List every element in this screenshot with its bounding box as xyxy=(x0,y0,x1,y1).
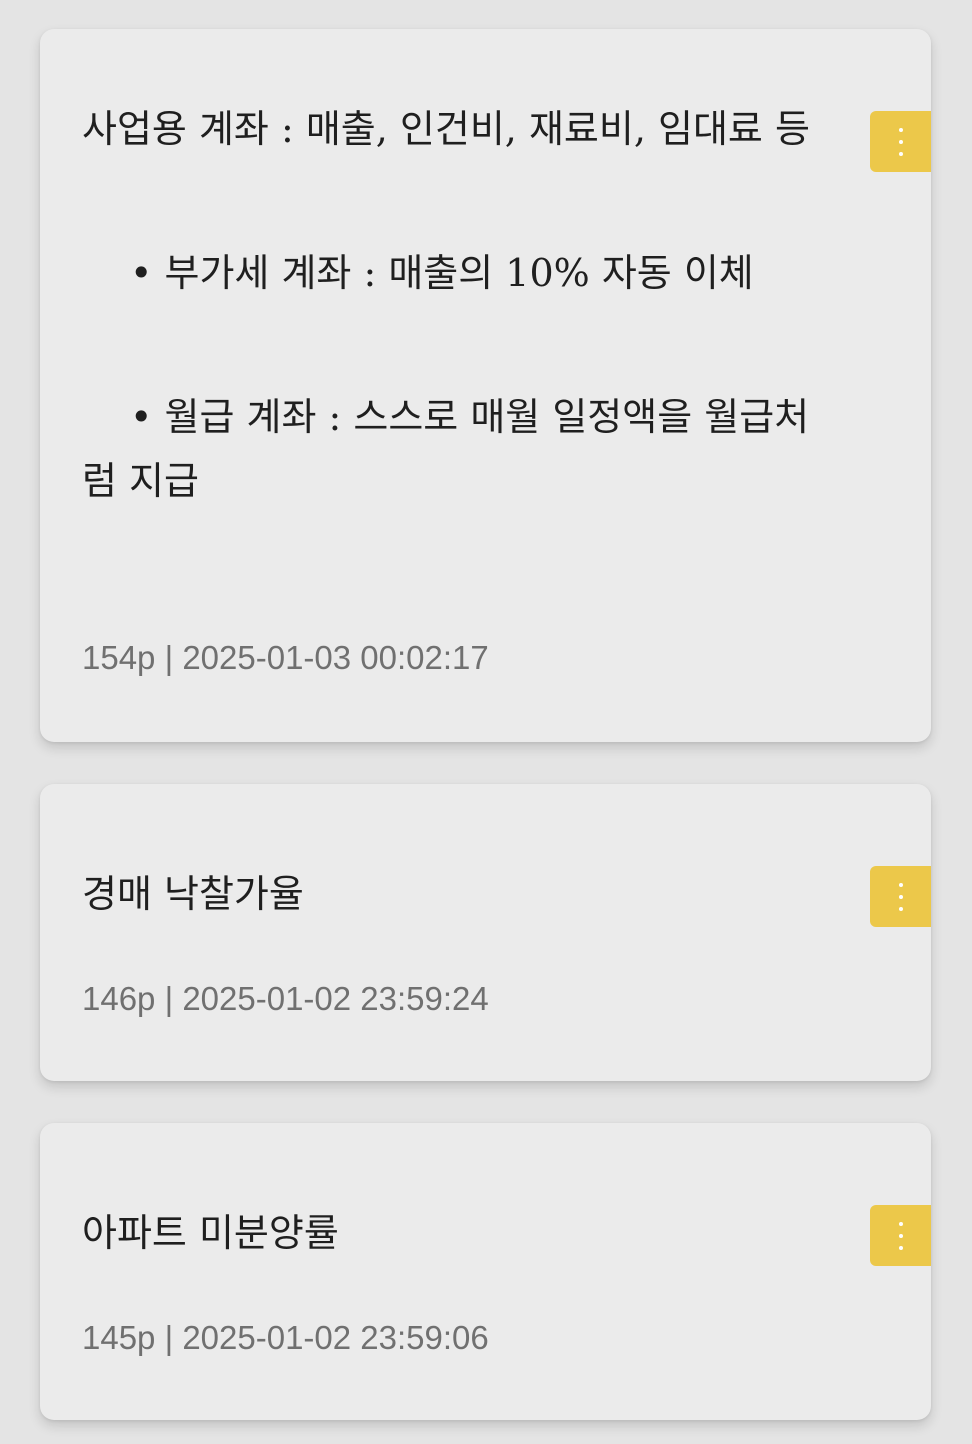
note-text: 경매 낙찰가율 xyxy=(82,862,842,926)
note-bullet-line: • 부가세 계좌 : 매출의 10% 자동 이체 xyxy=(130,251,754,295)
note-meta: 146p | 2025-01-02 23:59:24 xyxy=(82,980,489,1017)
note-bullet-line: • 월급 계좌 : 스스로 매월 일정액을 월급처럼 지급 xyxy=(82,395,810,503)
note-line: 사업용 계좌 : 매출, 인건비, 재료비, 임대료 등 xyxy=(82,107,810,151)
note-line: 경매 낙찰가율 xyxy=(82,872,304,916)
more-vertical-icon xyxy=(898,127,903,156)
note-card[interactable]: 아파트 미분양률 145p | 2025-01-02 23:59:06 xyxy=(40,1123,931,1420)
note-card[interactable]: 사업용 계좌 : 매출, 인건비, 재료비, 임대료 등 • 부가세 계좌 : … xyxy=(40,29,931,742)
notes-list: 사업용 계좌 : 매출, 인건비, 재료비, 임대료 등 • 부가세 계좌 : … xyxy=(0,0,972,1444)
note-meta: 154p | 2025-01-03 00:02:17 xyxy=(82,639,489,676)
more-options-button[interactable] xyxy=(870,866,931,927)
note-card[interactable]: 경매 낙찰가율 146p | 2025-01-02 23:59:24 xyxy=(40,784,931,1081)
more-options-button[interactable] xyxy=(870,1205,931,1266)
more-options-button[interactable] xyxy=(870,111,931,172)
note-meta: 145p | 2025-01-02 23:59:06 xyxy=(82,1319,489,1356)
note-text: 아파트 미분양률 xyxy=(82,1201,842,1265)
note-text: 사업용 계좌 : 매출, 인건비, 재료비, 임대료 등 • 부가세 계좌 : … xyxy=(82,97,842,513)
more-vertical-icon xyxy=(898,1221,903,1250)
note-line: 아파트 미분양률 xyxy=(82,1211,339,1255)
more-vertical-icon xyxy=(898,882,903,911)
